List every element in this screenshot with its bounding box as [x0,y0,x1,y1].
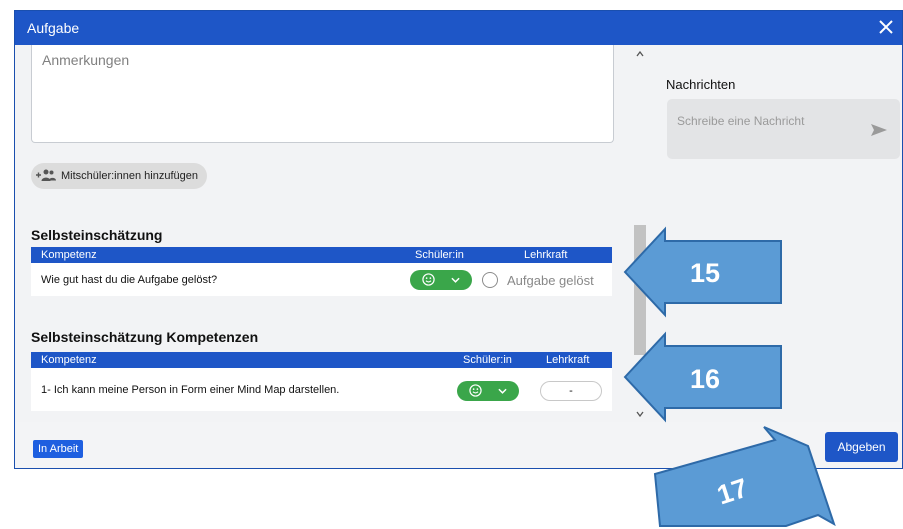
task-dialog: Aufgabe Anmerkungen Mitschüler:innen hin… [14,10,903,469]
column-header-lehrkraft: Lehrkraft [546,354,590,366]
messages-label: Nachrichten [666,77,736,92]
table-header: Kompetenz Schüler:in Lehrkraft [31,247,612,263]
scroll-down-icon[interactable] [636,411,644,417]
scrollbar-thumb[interactable] [634,225,646,355]
chevron-down-icon [498,388,507,394]
student-rating-select[interactable] [410,270,472,290]
add-classmates-button[interactable]: Mitschüler:innen hinzufügen [31,163,207,189]
competency-table: Kompetenz Schüler:in Lehrkraft 1- Ich ka… [31,352,612,411]
column-header-lehrkraft: Lehrkraft [524,249,568,261]
table-header: Kompetenz Schüler:in Lehrkraft [31,352,612,368]
column-header-schueler: Schüler:in [415,249,464,261]
message-placeholder: Schreibe eine Nachricht [677,114,805,128]
content-scrollbar[interactable] [633,45,647,422]
table-row: 1- Ich kann meine Person in Form einer M… [31,368,612,411]
dialog-title: Aufgabe [27,20,80,36]
student-rating-select[interactable] [457,381,519,401]
competency-question: Wie gut hast du die Aufgabe gelöst? [41,274,218,286]
add-people-icon [36,169,56,181]
smiley-icon [469,384,482,397]
competency-question: 1- Ich kann meine Person in Form einer M… [41,384,340,396]
self-assessment-table: Kompetenz Schüler:in Lehrkraft Wie gut h… [31,247,612,296]
send-icon[interactable] [870,123,888,137]
scroll-up-icon[interactable] [636,51,644,57]
notes-placeholder: Anmerkungen [42,52,130,68]
message-input[interactable]: Schreibe eine Nachricht [667,99,900,159]
add-classmates-label: Mitschüler:innen hinzufügen [61,170,198,182]
task-solved-label: Aufgabe gelöst [507,273,594,288]
column-header-schueler: Schüler:in [463,354,512,366]
messages-panel: Nachrichten Schreibe eine Nachricht [647,45,902,422]
column-header-kompetenz: Kompetenz [41,354,97,366]
self-assessment-heading: Selbsteinschätzung [31,227,163,243]
task-solved-radio[interactable] [482,272,498,288]
competency-heading: Selbsteinschätzung Kompetenzen [31,329,259,345]
table-row: Wie gut hast du die Aufgabe gelöst? Aufg… [31,263,612,296]
callout-label-17: 17 [714,473,752,511]
column-header-kompetenz: Kompetenz [41,249,97,261]
chevron-down-icon [451,277,460,283]
submit-button[interactable]: Abgeben [825,432,898,462]
status-badge: In Arbeit [33,440,84,458]
dialog-footer: In Arbeit Abgeben [15,422,902,468]
smiley-icon [422,273,435,286]
task-content: Anmerkungen Mitschüler:innen hinzufügen … [15,45,640,422]
teacher-rating-field[interactable]: - [540,381,602,401]
notes-textarea[interactable]: Anmerkungen [31,45,614,143]
dialog-titlebar: Aufgabe [15,11,902,45]
close-icon[interactable] [874,15,898,39]
